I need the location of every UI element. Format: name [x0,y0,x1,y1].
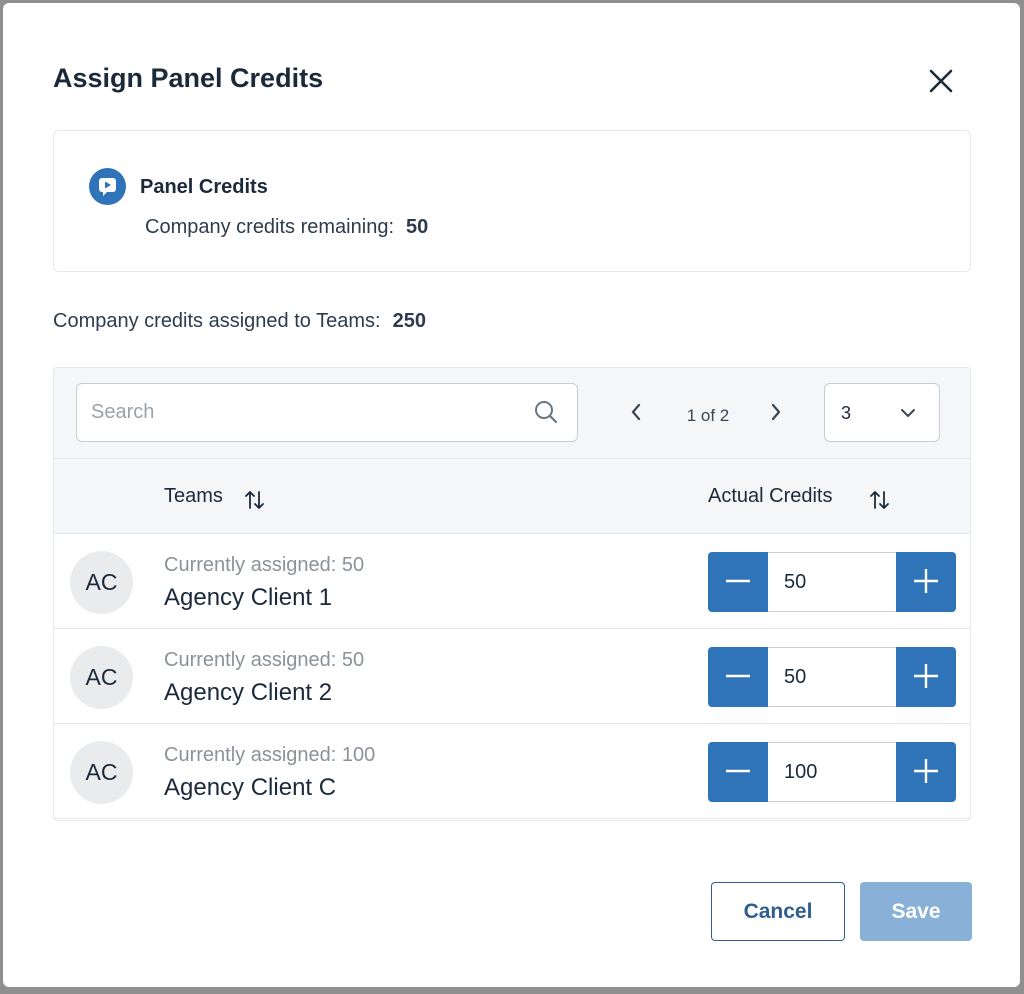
panel-credits-icon [89,168,126,205]
team-name: Agency Client C [164,774,337,801]
table-header: Teams Actual Credits [54,458,970,534]
currently-assigned: Currently assigned: 100 [164,744,376,766]
minus-icon [726,579,750,582]
credits-input[interactable] [768,647,896,707]
table-row: AC Currently assigned: 100 Agency Client… [54,724,970,819]
minus-icon [726,674,750,677]
increment-button[interactable] [896,552,956,612]
credits-input[interactable] [768,552,896,612]
dialog-title: Assign Panel Credits [53,63,324,93]
table-row: AC Currently assigned: 50 Agency Client … [54,629,970,724]
credits-remaining-value: 50 [406,216,429,238]
info-heading: Panel Credits [140,176,268,198]
table-toolbar: 1 of 2 3 [54,368,970,458]
currently-assigned: Currently assigned: 50 [164,649,365,671]
plus-icon [914,663,938,688]
decrement-button[interactable] [708,552,768,612]
decrement-button[interactable] [708,742,768,802]
table-row: AC Currently assigned: 50 Agency Client … [54,534,970,629]
page-size-select[interactable]: 3 [824,383,940,442]
decrement-button[interactable] [708,647,768,707]
credits-input[interactable] [768,742,896,802]
avatar: AC [70,551,133,614]
search-icon [535,401,558,424]
save-button[interactable]: Save [860,882,972,941]
page-size-value: 3 [841,403,852,423]
increment-button[interactable] [896,647,956,707]
search-input[interactable] [91,384,511,440]
close-button[interactable] [925,65,957,97]
credits-assigned-label: Company credits assigned to Teams: [53,310,381,332]
pagination-label: 1 of 2 [686,406,730,425]
chevron-right-icon[interactable] [764,398,788,426]
column-header-credits: Actual Credits [708,485,833,507]
credits-stepper [708,552,956,612]
credits-assigned-value: 250 [392,310,426,332]
avatar: AC [70,646,133,709]
close-icon [929,69,953,93]
teams-table: 1 of 2 3 Teams Actual Credits [53,367,971,821]
credits-info-card: Panel Credits Company credits remaining:… [53,130,971,272]
credits-stepper [708,742,956,802]
avatar: AC [70,741,133,804]
plus-icon [914,758,938,783]
credits-remaining: Company credits remaining: 50 [145,216,428,239]
minus-icon [726,769,750,772]
team-name: Agency Client 1 [164,584,333,611]
currently-assigned: Currently assigned: 50 [164,554,365,576]
increment-button[interactable] [896,742,956,802]
credits-remaining-label: Company credits remaining: [145,216,394,238]
credits-assigned-summary: Company credits assigned to Teams: 250 [53,310,426,333]
chevron-down-icon [901,409,915,417]
chevron-left-icon[interactable] [624,398,648,426]
cancel-button[interactable]: Cancel [711,882,845,941]
team-name: Agency Client 2 [164,679,333,706]
column-header-teams: Teams [164,485,223,507]
search-box[interactable] [76,383,578,442]
plus-icon [914,568,938,593]
credits-stepper [708,647,956,707]
sort-icon[interactable] [869,489,891,511]
assign-credits-dialog: Assign Panel Credits Panel Credits Compa… [3,3,1020,987]
sort-icon[interactable] [244,489,266,511]
